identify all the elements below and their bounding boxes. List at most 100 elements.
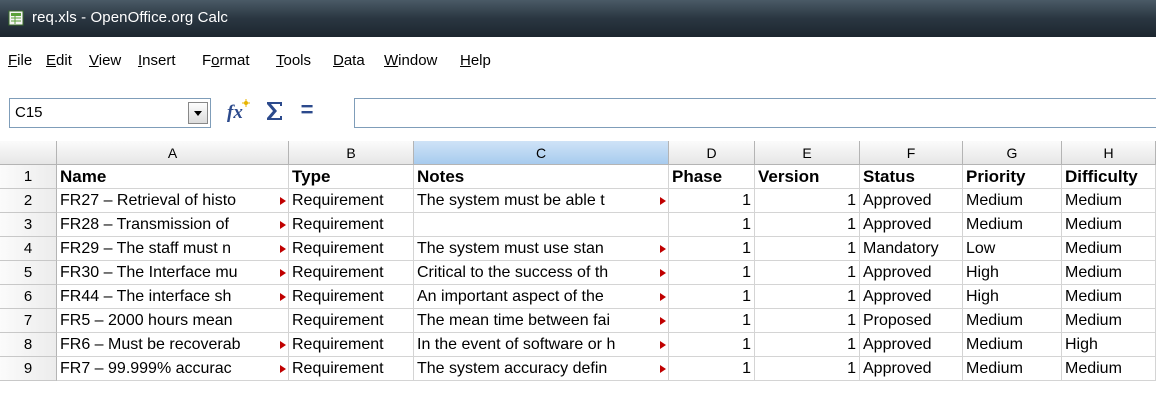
cell-g1[interactable]: Priority bbox=[963, 165, 1062, 189]
cell-g8[interactable]: Medium bbox=[963, 333, 1062, 357]
cell-h4[interactable]: Medium bbox=[1062, 237, 1156, 261]
cell-g7[interactable]: Medium bbox=[963, 309, 1062, 333]
cell-e1[interactable]: Version bbox=[755, 165, 860, 189]
equals-icon[interactable]: = bbox=[297, 97, 317, 123]
column-header-b[interactable]: B bbox=[289, 141, 414, 165]
row-header[interactable]: 3 bbox=[0, 213, 57, 237]
cell-d8[interactable]: 1 bbox=[669, 333, 755, 357]
column-header-g[interactable]: G bbox=[963, 141, 1062, 165]
cell-d1[interactable]: Phase bbox=[669, 165, 755, 189]
cell-g9[interactable]: Medium bbox=[963, 357, 1062, 381]
cell-c2[interactable]: The system must be able t bbox=[414, 189, 669, 213]
cell-h9[interactable]: Medium bbox=[1062, 357, 1156, 381]
cell-c6[interactable]: An important aspect of the bbox=[414, 285, 669, 309]
cell-f8[interactable]: Approved bbox=[860, 333, 963, 357]
cell-b3[interactable]: Requirement bbox=[289, 213, 414, 237]
cell-c4[interactable]: The system must use stan bbox=[414, 237, 669, 261]
cell-d2[interactable]: 1 bbox=[669, 189, 755, 213]
row-header[interactable]: 4 bbox=[0, 237, 57, 261]
name-box-dropdown-button[interactable] bbox=[188, 102, 208, 124]
cell-h6[interactable]: Medium bbox=[1062, 285, 1156, 309]
formula-input[interactable] bbox=[354, 98, 1156, 128]
cell-b4[interactable]: Requirement bbox=[289, 237, 414, 261]
column-header-d[interactable]: D bbox=[669, 141, 755, 165]
cell-f7[interactable]: Proposed bbox=[860, 309, 963, 333]
column-header-h[interactable]: H bbox=[1062, 141, 1156, 165]
cell-e6[interactable]: 1 bbox=[755, 285, 860, 309]
cell-c5[interactable]: Critical to the success of th bbox=[414, 261, 669, 285]
cell-b5[interactable]: Requirement bbox=[289, 261, 414, 285]
cell-f6[interactable]: Approved bbox=[860, 285, 963, 309]
cell-d9[interactable]: 1 bbox=[669, 357, 755, 381]
menu-insert[interactable]: Insert bbox=[138, 52, 176, 69]
cell-f5[interactable]: Approved bbox=[860, 261, 963, 285]
cell-c8[interactable]: In the event of software or h bbox=[414, 333, 669, 357]
cell-f9[interactable]: Approved bbox=[860, 357, 963, 381]
column-header-f[interactable]: F bbox=[860, 141, 963, 165]
cell-c1[interactable]: Notes bbox=[414, 165, 669, 189]
cell-f2[interactable]: Approved bbox=[860, 189, 963, 213]
row-header[interactable]: 9 bbox=[0, 357, 57, 381]
cell-e5[interactable]: 1 bbox=[755, 261, 860, 285]
row-header[interactable]: 6 bbox=[0, 285, 57, 309]
name-box[interactable]: C15 bbox=[9, 98, 211, 128]
cell-g5[interactable]: High bbox=[963, 261, 1062, 285]
cell-d3[interactable]: 1 bbox=[669, 213, 755, 237]
cell-e3[interactable]: 1 bbox=[755, 213, 860, 237]
cell-b1[interactable]: Type bbox=[289, 165, 414, 189]
cell-a7[interactable]: FR5 – 2000 hours mean bbox=[57, 309, 289, 333]
cell-a8[interactable]: FR6 – Must be recoverab bbox=[57, 333, 289, 357]
cell-c3[interactable] bbox=[414, 213, 669, 237]
sum-icon[interactable] bbox=[264, 99, 286, 123]
column-header-a[interactable]: A bbox=[57, 141, 289, 165]
cell-a5[interactable]: FR30 – The Interface mu bbox=[57, 261, 289, 285]
select-all-corner[interactable] bbox=[0, 141, 57, 165]
cell-h1[interactable]: Difficulty bbox=[1062, 165, 1156, 189]
cell-h8[interactable]: High bbox=[1062, 333, 1156, 357]
cell-g3[interactable]: Medium bbox=[963, 213, 1062, 237]
menu-view[interactable]: View bbox=[89, 52, 121, 69]
cell-h7[interactable]: Medium bbox=[1062, 309, 1156, 333]
cell-a3[interactable]: FR28 – Transmission of bbox=[57, 213, 289, 237]
menu-window[interactable]: Window bbox=[384, 52, 437, 69]
column-header-c[interactable]: C bbox=[414, 141, 669, 165]
cell-b2[interactable]: Requirement bbox=[289, 189, 414, 213]
cell-f1[interactable]: Status bbox=[860, 165, 963, 189]
menu-edit[interactable]: Edit bbox=[46, 52, 72, 69]
cell-f3[interactable]: Approved bbox=[860, 213, 963, 237]
cell-b8[interactable]: Requirement bbox=[289, 333, 414, 357]
cell-a2[interactable]: FR27 – Retrieval of histo bbox=[57, 189, 289, 213]
cell-h2[interactable]: Medium bbox=[1062, 189, 1156, 213]
cell-a4[interactable]: FR29 – The staff must n bbox=[57, 237, 289, 261]
cell-a9[interactable]: FR7 – 99.999% accurac bbox=[57, 357, 289, 381]
cell-e7[interactable]: 1 bbox=[755, 309, 860, 333]
cell-c9[interactable]: The system accuracy defin bbox=[414, 357, 669, 381]
cell-d4[interactable]: 1 bbox=[669, 237, 755, 261]
menu-data[interactable]: Data bbox=[333, 52, 365, 69]
cell-e4[interactable]: 1 bbox=[755, 237, 860, 261]
cell-c7[interactable]: The mean time between fai bbox=[414, 309, 669, 333]
cell-b6[interactable]: Requirement bbox=[289, 285, 414, 309]
row-header[interactable]: 8 bbox=[0, 333, 57, 357]
menu-format[interactable]: Format bbox=[202, 52, 250, 69]
cell-e2[interactable]: 1 bbox=[755, 189, 860, 213]
row-header[interactable]: 1 bbox=[0, 165, 57, 189]
row-header[interactable]: 2 bbox=[0, 189, 57, 213]
cell-d6[interactable]: 1 bbox=[669, 285, 755, 309]
cell-h5[interactable]: Medium bbox=[1062, 261, 1156, 285]
function-wizard-icon[interactable]: fx bbox=[226, 99, 250, 123]
cell-b7[interactable]: Requirement bbox=[289, 309, 414, 333]
cell-d5[interactable]: 1 bbox=[669, 261, 755, 285]
column-header-e[interactable]: E bbox=[755, 141, 860, 165]
menu-tools[interactable]: Tools bbox=[276, 52, 311, 69]
cell-a1[interactable]: Name bbox=[57, 165, 289, 189]
row-header[interactable]: 5 bbox=[0, 261, 57, 285]
cell-g4[interactable]: Low bbox=[963, 237, 1062, 261]
cell-g6[interactable]: High bbox=[963, 285, 1062, 309]
cell-e8[interactable]: 1 bbox=[755, 333, 860, 357]
cell-g2[interactable]: Medium bbox=[963, 189, 1062, 213]
cell-f4[interactable]: Mandatory bbox=[860, 237, 963, 261]
menu-file[interactable]: File bbox=[8, 52, 32, 69]
cell-a6[interactable]: FR44 – The interface sh bbox=[57, 285, 289, 309]
menu-help[interactable]: Help bbox=[460, 52, 491, 69]
